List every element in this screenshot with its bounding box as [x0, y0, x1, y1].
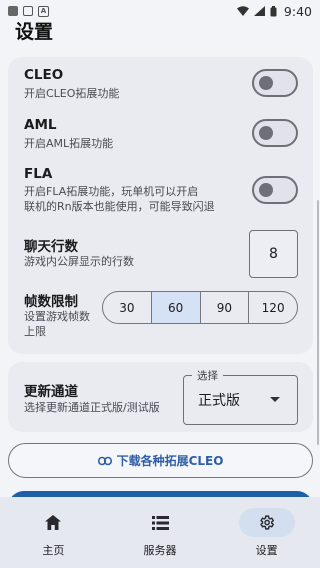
- toggle-knob: [259, 126, 273, 140]
- home-icon: [45, 515, 62, 530]
- notification-a-icon: A: [38, 5, 49, 17]
- fps-limit-subtitle-line1: 设置游戏帧数: [24, 310, 90, 323]
- fla-subtitle-line2: 联机的Rn版本也能使用，可能导致闪退: [24, 200, 215, 213]
- battery-icon: [270, 5, 277, 16]
- notification-icons: A: [8, 5, 49, 17]
- dropdown-arrow-icon: [270, 397, 280, 402]
- nav-label-server: 服务器: [143, 544, 177, 557]
- bottom-nav: 主页 服务器 设置: [0, 497, 320, 568]
- fps-option-30[interactable]: 30: [103, 292, 152, 323]
- scrollbar[interactable]: [317, 200, 319, 445]
- nav-label-home: 主页: [42, 544, 65, 557]
- link-icon: [97, 456, 112, 465]
- toggle-knob: [259, 183, 273, 197]
- page-title: 设置: [15, 21, 54, 43]
- fps-option-60[interactable]: 60: [151, 292, 201, 323]
- fps-limit-title: 帧数限制: [24, 294, 78, 310]
- chat-lines-subtitle: 游戏内公屏显示的行数: [24, 255, 134, 268]
- fps-limit-subtitle-line2: 上限: [24, 325, 46, 338]
- chat-lines-input[interactable]: 8: [249, 230, 298, 278]
- update-channel-subtitle: 选择更新通道正式版/测试版: [24, 401, 160, 414]
- cleo-toggle[interactable]: [252, 69, 298, 97]
- fla-title: FLA: [24, 166, 53, 182]
- fla-subtitle-line1: 开启FLA拓展功能，玩单机可以开启: [24, 185, 199, 198]
- notification-icon: [8, 6, 18, 16]
- aml-subtitle: 开启AML拓展功能: [24, 137, 114, 150]
- server-list-icon: [151, 515, 169, 530]
- select-label: 选择: [192, 368, 223, 383]
- gear-icon: [260, 515, 275, 530]
- toggle-knob: [259, 76, 273, 90]
- update-channel-select[interactable]: 选择 正式版: [183, 368, 298, 425]
- download-cleo-button[interactable]: 下载各种拓展CLEO: [8, 443, 313, 478]
- nav-item-server[interactable]: 服务器: [107, 497, 214, 568]
- cleo-subtitle: 开启CLEO拓展功能: [24, 87, 120, 100]
- cleo-title: CLEO: [24, 67, 64, 83]
- aml-title: AML: [24, 117, 57, 133]
- aml-toggle[interactable]: [252, 119, 298, 147]
- nav-item-home[interactable]: 主页: [0, 497, 107, 568]
- nav-item-settings[interactable]: 设置: [213, 497, 320, 568]
- fps-segmented-control: 30 60 90 120: [102, 291, 298, 324]
- select-value: 正式版: [198, 393, 240, 409]
- notification-icon: [23, 6, 33, 16]
- chat-lines-title: 聊天行数: [24, 239, 78, 255]
- fla-toggle[interactable]: [252, 176, 298, 204]
- nav-pill-active: [238, 508, 295, 537]
- fps-option-120[interactable]: 120: [249, 292, 297, 323]
- download-button-label: 下载各种拓展CLEO: [116, 454, 224, 468]
- nav-pill: [25, 508, 81, 537]
- signal-icon: [253, 6, 265, 16]
- status-time: 9:40: [283, 3, 312, 19]
- nav-pill: [132, 508, 188, 537]
- nav-label-settings: 设置: [255, 544, 278, 557]
- system-icons: 9:40: [236, 3, 312, 19]
- update-channel-title: 更新通道: [24, 384, 78, 400]
- wifi-icon: [236, 6, 249, 16]
- fps-option-90[interactable]: 90: [201, 292, 250, 323]
